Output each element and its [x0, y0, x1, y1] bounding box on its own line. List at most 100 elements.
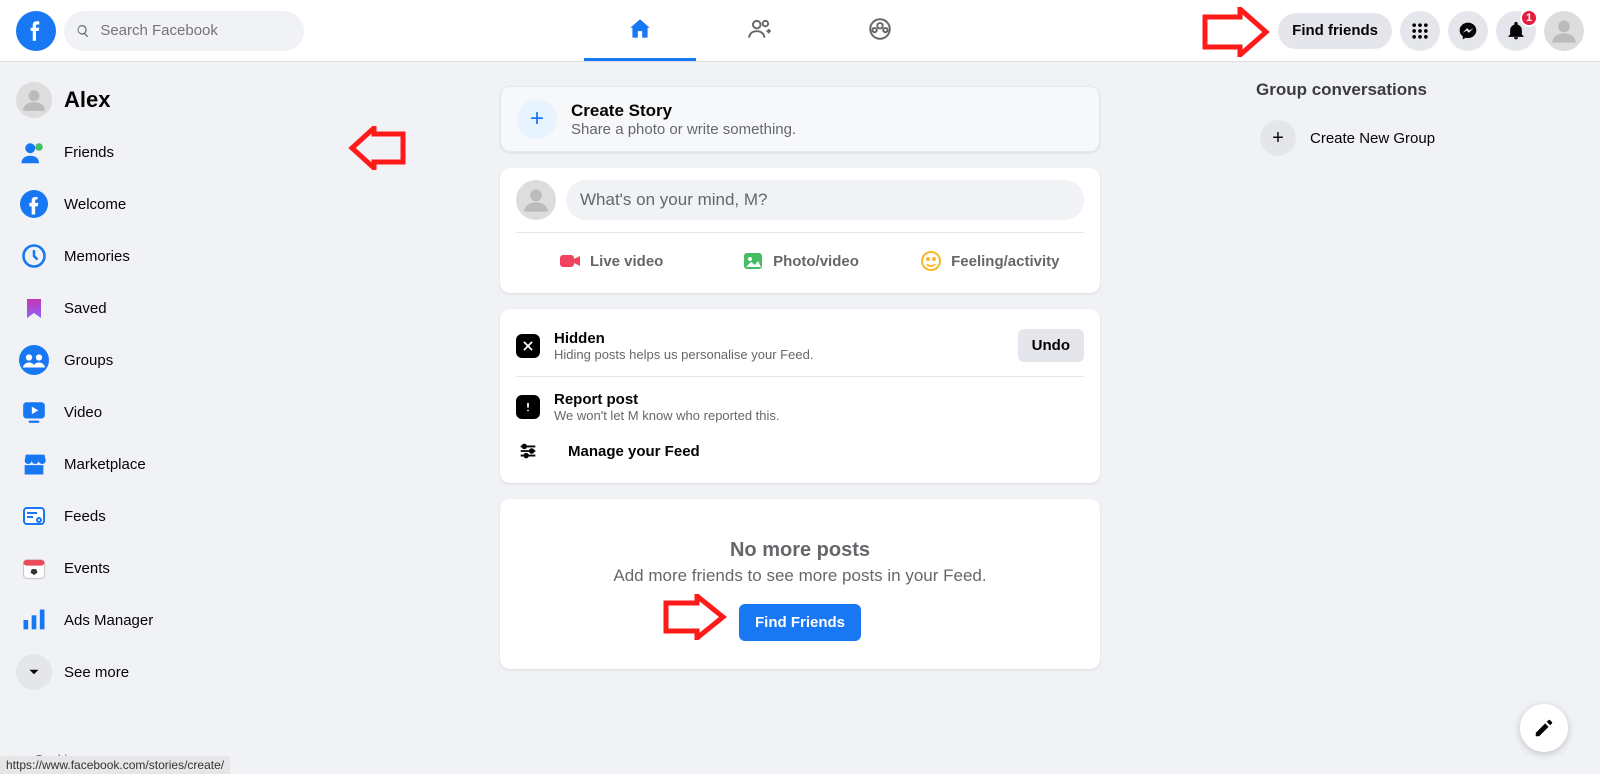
sidebar-item-label: Groups	[64, 352, 113, 369]
sidebar-item-label: Ads Manager	[64, 612, 153, 629]
new-message-fab[interactable]	[1520, 704, 1568, 752]
create-group-button[interactable]: + Create New Group	[1256, 114, 1584, 162]
sidebar-item-label: Saved	[64, 300, 107, 317]
events-icon	[16, 550, 52, 586]
story-sub: Share a photo or write something.	[571, 121, 796, 138]
live-video-button[interactable]: Live video	[516, 241, 705, 281]
plus-icon: +	[517, 99, 557, 139]
sidebar-item-memories[interactable]: Memories	[8, 230, 352, 282]
profile-avatar-icon	[16, 82, 52, 118]
ca-label: Live video	[590, 253, 663, 270]
sidebar-item-welcome[interactable]: Welcome	[8, 178, 352, 230]
sidebar-item-label: Events	[64, 560, 110, 577]
search-field[interactable]	[98, 21, 292, 40]
find-friends-button[interactable]: Find friends	[1278, 13, 1392, 49]
nav-friends[interactable]	[704, 1, 816, 61]
photo-icon	[741, 249, 765, 273]
sidebar-see-more[interactable]: See more	[8, 646, 352, 698]
report-post-row[interactable]: Report post We won't let M know who repo…	[516, 383, 1084, 431]
avatar-icon	[1550, 17, 1578, 45]
sidebar-item-label: Friends	[64, 144, 114, 161]
nav-home[interactable]	[584, 1, 696, 61]
edit-icon	[1533, 717, 1555, 739]
nav-groups[interactable]	[824, 1, 936, 61]
messenger-button[interactable]	[1448, 11, 1488, 51]
marketplace-icon	[16, 446, 52, 482]
composer-input[interactable]: What's on your mind, M?	[566, 180, 1084, 220]
find-friends-label: Find friends	[1292, 22, 1378, 39]
no-more-posts-card: No more posts Add more friends to see mo…	[500, 499, 1100, 669]
groups-icon	[16, 342, 52, 378]
video-icon	[16, 394, 52, 430]
messenger-icon	[1458, 21, 1478, 41]
composer-avatar[interactable]	[516, 180, 556, 220]
annotation-arrow	[348, 126, 408, 175]
report-icon	[516, 395, 540, 419]
manage-feed-row[interactable]: Manage your Feed	[516, 431, 1084, 471]
ca-label: Photo/video	[773, 253, 859, 270]
sidebar-item-label: Video	[64, 404, 102, 421]
status-bar-url: https://www.facebook.com/stories/create/	[0, 756, 230, 774]
photo-video-button[interactable]: Photo/video	[705, 241, 894, 281]
annotation-arrow	[1200, 7, 1270, 62]
sidebar-item-saved[interactable]: Saved	[8, 282, 352, 334]
avatar-icon	[522, 186, 550, 214]
plus-icon: +	[1260, 120, 1296, 156]
annotation-arrow	[661, 594, 727, 645]
sidebar-item-friends[interactable]: Friends	[8, 126, 352, 178]
rc-title: Group conversations	[1256, 80, 1584, 100]
manage-label: Manage your Feed	[568, 443, 700, 460]
menu-button[interactable]	[1400, 11, 1440, 51]
sidebar-item-marketplace[interactable]: Marketplace	[8, 438, 352, 490]
story-title: Create Story	[571, 101, 796, 121]
x-icon	[516, 334, 540, 358]
sidebar-item-label: Marketplace	[64, 456, 146, 473]
grid-icon	[1410, 21, 1430, 41]
report-title: Report post	[554, 391, 780, 408]
sidebar-profile[interactable]: Alex	[8, 74, 352, 126]
create-story-card[interactable]: + Create Story Share a photo or write so…	[500, 86, 1100, 152]
sidebar-item-feeds[interactable]: Feeds	[8, 490, 352, 542]
nomore-sub: Add more friends to see more posts in yo…	[516, 566, 1084, 586]
sidebar-item-ads[interactable]: Ads Manager	[8, 594, 352, 646]
nomore-title: No more posts	[516, 539, 1084, 562]
see-more-label: See more	[64, 664, 129, 681]
ca-label: Feeling/activity	[951, 253, 1059, 270]
sidebar-item-groups[interactable]: Groups	[8, 334, 352, 386]
saved-icon	[16, 290, 52, 326]
find-friends-button[interactable]: Find Friends	[739, 604, 861, 641]
search-input[interactable]	[64, 11, 304, 51]
chevron-down-icon	[16, 654, 52, 690]
rc-label: Create New Group	[1310, 130, 1435, 147]
sidebar: Alex Friends Welcome Memories	[0, 62, 360, 774]
notifications-badge: 1	[1520, 9, 1538, 27]
hidden-post-card: Hidden Hiding posts helps us personalise…	[500, 309, 1100, 483]
profile-name: Alex	[64, 87, 110, 113]
memories-icon	[16, 238, 52, 274]
sidebar-item-label: Welcome	[64, 196, 126, 213]
undo-button[interactable]: Undo	[1018, 329, 1084, 362]
notifications-button[interactable]: 1	[1496, 11, 1536, 51]
composer-card: What's on your mind, M? Live video Photo…	[500, 168, 1100, 293]
sliders-icon	[516, 439, 540, 463]
groups-icon	[867, 16, 893, 42]
sidebar-item-events[interactable]: Events	[8, 542, 352, 594]
friends-icon	[16, 134, 52, 170]
feeds-icon	[16, 498, 52, 534]
feeling-button[interactable]: Feeling/activity	[895, 241, 1084, 281]
smile-icon	[919, 249, 943, 273]
sidebar-item-label: Memories	[64, 248, 130, 265]
sidebar-item-label: Feeds	[64, 508, 106, 525]
right-column: Group conversations + Create New Group	[1240, 62, 1600, 774]
welcome-icon	[16, 186, 52, 222]
ads-icon	[16, 602, 52, 638]
hidden-title: Hidden	[554, 330, 1004, 347]
search-icon	[76, 23, 90, 39]
hidden-sub: Hiding posts helps us personalise your F…	[554, 347, 1004, 362]
account-avatar[interactable]	[1544, 11, 1584, 51]
home-icon	[627, 16, 653, 42]
report-sub: We won't let M know who reported this.	[554, 408, 780, 423]
sidebar-item-video[interactable]: Video	[8, 386, 352, 438]
facebook-logo[interactable]	[16, 11, 56, 51]
friends-icon	[747, 16, 773, 42]
